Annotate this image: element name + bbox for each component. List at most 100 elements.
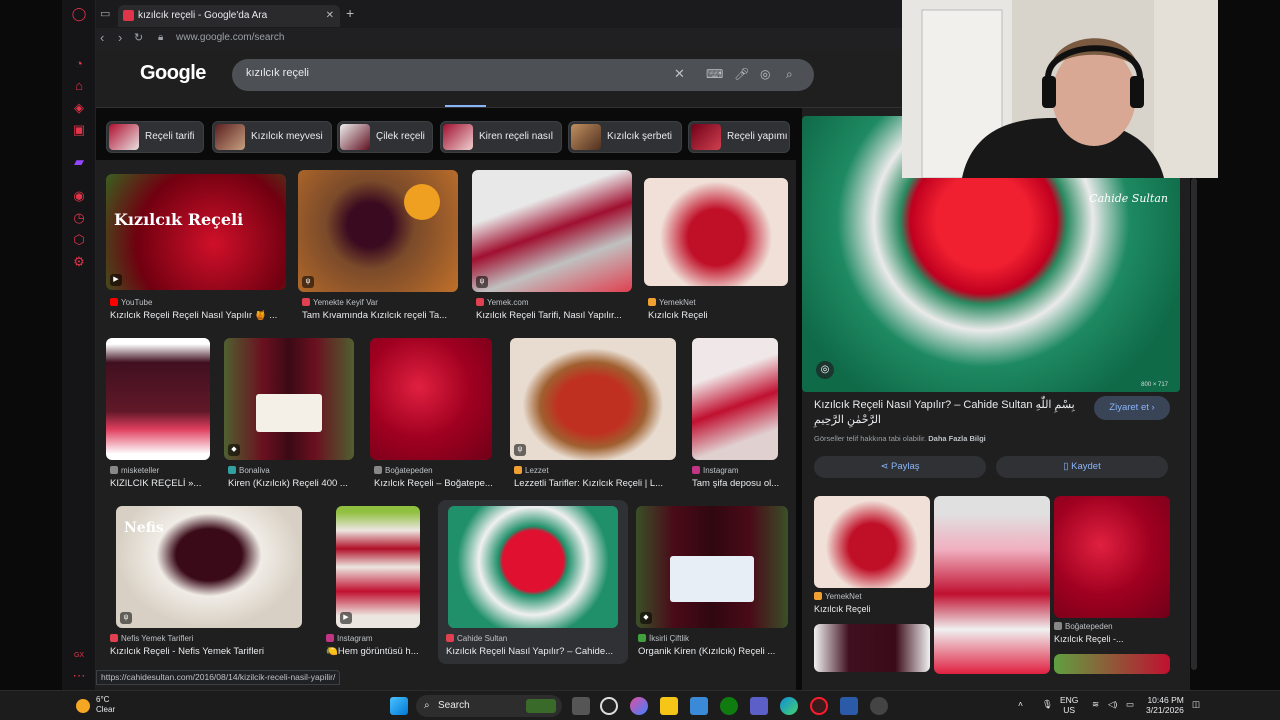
twitch-icon[interactable]: ▰ xyxy=(71,154,87,170)
result-title[interactable]: Tam Kıvamında Kızılcık reçeli Ta... xyxy=(302,310,458,321)
clock[interactable]: 10:46 PM 3/21/2026 xyxy=(1146,695,1184,715)
edge-icon[interactable] xyxy=(780,697,798,715)
preview-scrollbar[interactable] xyxy=(1191,178,1197,670)
tray-chevron-icon[interactable]: ˄ xyxy=(1018,699,1023,709)
result-item[interactable]: ▶ Instagram 🍋Hem görüntüsü h... xyxy=(322,506,422,660)
clear-icon[interactable]: ✕ xyxy=(674,66,685,82)
keyboard-icon[interactable]: ⌨ xyxy=(706,67,723,81)
related-item[interactable] xyxy=(1054,654,1170,674)
copilot-icon[interactable] xyxy=(630,697,648,715)
result-image[interactable]: ◆ xyxy=(224,338,354,460)
result-title[interactable]: Kızılcık Reçeli xyxy=(648,310,788,321)
search-icon[interactable]: ⌕ xyxy=(786,67,793,82)
reload-icon[interactable]: ↻ xyxy=(134,31,143,44)
lens-search-icon[interactable]: ◎ xyxy=(816,361,834,379)
mic-icon[interactable]: 🎤︎ xyxy=(734,67,749,81)
result-title[interactable]: Tam şifa deposu ol... xyxy=(692,478,788,489)
teams-icon[interactable] xyxy=(750,697,768,715)
result-item[interactable]: Instagram Tam şifa deposu ol... xyxy=(692,338,788,492)
result-image[interactable]: ▶ xyxy=(336,506,420,628)
file-explorer-icon[interactable] xyxy=(660,697,678,715)
related-image[interactable] xyxy=(814,624,930,672)
result-title[interactable]: Kızılcık Reçeli – Boğatepe... xyxy=(374,478,500,489)
forward-icon[interactable]: › xyxy=(118,30,122,45)
related-image[interactable] xyxy=(814,496,930,588)
related-image[interactable] xyxy=(1054,654,1170,674)
more-icon[interactable]: ⋯ xyxy=(71,668,87,684)
close-tab-icon[interactable]: ✕ xyxy=(326,5,334,27)
related-item[interactable] xyxy=(934,496,1050,674)
volume-icon[interactable]: ◁) xyxy=(1108,699,1117,709)
language-indicator[interactable]: ENG US xyxy=(1060,695,1078,715)
result-item[interactable]: ψ Yemek.com Kızılcık Reçeli Tarifi, Nası… xyxy=(472,170,634,324)
share-button[interactable]: ⋖ Paylaş xyxy=(814,456,986,478)
app-icon[interactable] xyxy=(870,697,888,715)
xbox-icon[interactable] xyxy=(720,697,738,715)
result-item[interactable]: misketeller KIZILCIK REÇELİ »... xyxy=(106,338,212,492)
result-image[interactable] xyxy=(106,338,210,460)
vpn-shield-icon[interactable] xyxy=(840,697,858,715)
result-item[interactable]: ψ Lezzet Lezzetli Tarifler: Kızılcık Reç… xyxy=(510,338,678,492)
result-title[interactable]: Kızılcık Reçeli Reçeli Nasıl Yapılır 🍯 .… xyxy=(110,310,286,321)
result-item[interactable]: ◆ İksirli Çiftlik Organik Kiren (Kızılcı… xyxy=(634,506,792,660)
opera-logo-icon[interactable]: ◯ xyxy=(71,6,87,22)
lens-icon[interactable]: ◎ xyxy=(760,67,770,81)
search-box[interactable]: ✕ ⌨ 🎤︎ ◎ ⌕ xyxy=(232,59,814,91)
mic-tray-icon[interactable]: 🎙︎ xyxy=(1042,699,1053,709)
result-image[interactable]: ψ xyxy=(472,170,632,292)
address-bar[interactable]: www.google.com/search xyxy=(176,32,284,43)
gx-icon[interactable]: GX xyxy=(71,648,87,664)
new-tab-icon[interactable]: + xyxy=(346,5,354,21)
result-title[interactable]: 🍋Hem görüntüsü h... xyxy=(326,646,422,657)
related-image[interactable] xyxy=(1054,496,1170,618)
chip-receli-yapimi[interactable]: Reçeli yapımı xyxy=(688,121,790,153)
result-item[interactable]: YemekNet Kızılcık Reçeli xyxy=(644,178,788,324)
result-image[interactable] xyxy=(448,506,618,628)
result-item[interactable]: Kızılcık Reçeli ▶ YouTube Kızılcık Reçel… xyxy=(106,174,286,324)
cube-icon[interactable]: ⬡ xyxy=(71,232,87,248)
google-logo[interactable]: Google xyxy=(140,62,206,85)
wifi-icon[interactable]: ≋ xyxy=(1092,699,1099,709)
battery-icon[interactable]: ▭ xyxy=(1126,699,1134,709)
history-icon[interactable]: ◷ xyxy=(71,210,87,226)
windows-start-icon[interactable] xyxy=(390,697,408,715)
result-image[interactable]: ◆ xyxy=(636,506,788,628)
chip-kizilcik-meyvesi[interactable]: Kızılcık meyvesi xyxy=(212,121,332,153)
mail-icon[interactable]: ▣ xyxy=(71,122,87,138)
settings-icon[interactable]: ⚙ xyxy=(71,254,87,270)
aria-icon[interactable]: ◔ xyxy=(71,56,87,72)
result-image[interactable] xyxy=(692,338,778,460)
chip-kiren-receli[interactable]: Kiren reçeli nasıl xyxy=(440,121,562,153)
weather-icon[interactable] xyxy=(76,699,90,713)
more-info-link[interactable]: Daha Fazla Bilgi xyxy=(928,434,986,443)
tab-google-search[interactable]: kızılcık reçeli - Google'da Ara ✕ xyxy=(118,5,340,27)
result-title[interactable]: Kızılcık Reçeli - Nefis Yemek Tarifleri xyxy=(110,646,310,657)
related-image[interactable] xyxy=(934,496,1050,674)
weather-widget[interactable]: 6°C Clear xyxy=(96,695,115,715)
result-title[interactable]: Lezzetli Tarifler: Kızılcık Reçeli | L..… xyxy=(514,478,676,489)
search-input[interactable] xyxy=(246,67,646,79)
result-image[interactable]: ψ xyxy=(298,170,458,292)
related-item[interactable]: Boğatepeden Kızılcık Reçeli -... xyxy=(1054,496,1170,646)
result-image[interactable] xyxy=(370,338,492,460)
result-title[interactable]: Kiren (Kızılcık) Reçeli 400 ... xyxy=(228,478,358,489)
related-title[interactable]: Kızılcık Reçeli xyxy=(814,604,871,614)
result-image[interactable]: Nefis ψ xyxy=(116,506,302,628)
related-item[interactable]: YemekNet Kızılcık Reçeli xyxy=(814,496,930,620)
result-image[interactable]: Kızılcık Reçeli ▶ xyxy=(106,174,286,290)
result-title[interactable]: Kızılcık Reçeli Nasıl Yapılır? – Cahide.… xyxy=(446,646,624,657)
result-title[interactable]: KIZILCIK REÇELİ »... xyxy=(110,478,212,489)
taskbar-search[interactable]: ⌕ Search xyxy=(416,695,562,717)
result-title[interactable]: Organik Kiren (Kızılcık) Reçeli ... xyxy=(638,646,792,657)
related-item[interactable] xyxy=(814,624,930,672)
player-icon[interactable]: ◉ xyxy=(71,188,87,204)
opera-gx-icon[interactable] xyxy=(810,697,828,715)
bag-icon[interactable]: ⌂ xyxy=(71,78,87,94)
chip-cilek-receli[interactable]: Çilek reçeli xyxy=(337,121,433,153)
result-item[interactable]: ◆ Bonaliva Kiren (Kızılcık) Reçeli 400 .… xyxy=(224,338,360,492)
result-item[interactable]: ψ Yemekte Keyif Var Tam Kıvamında Kızılc… xyxy=(298,170,460,324)
back-icon[interactable]: ‹ xyxy=(100,30,104,45)
result-image[interactable] xyxy=(644,178,788,286)
result-item-selected[interactable]: Cahide Sultan Kızılcık Reçeli Nasıl Yapı… xyxy=(438,500,628,664)
dell-icon[interactable] xyxy=(600,697,618,715)
